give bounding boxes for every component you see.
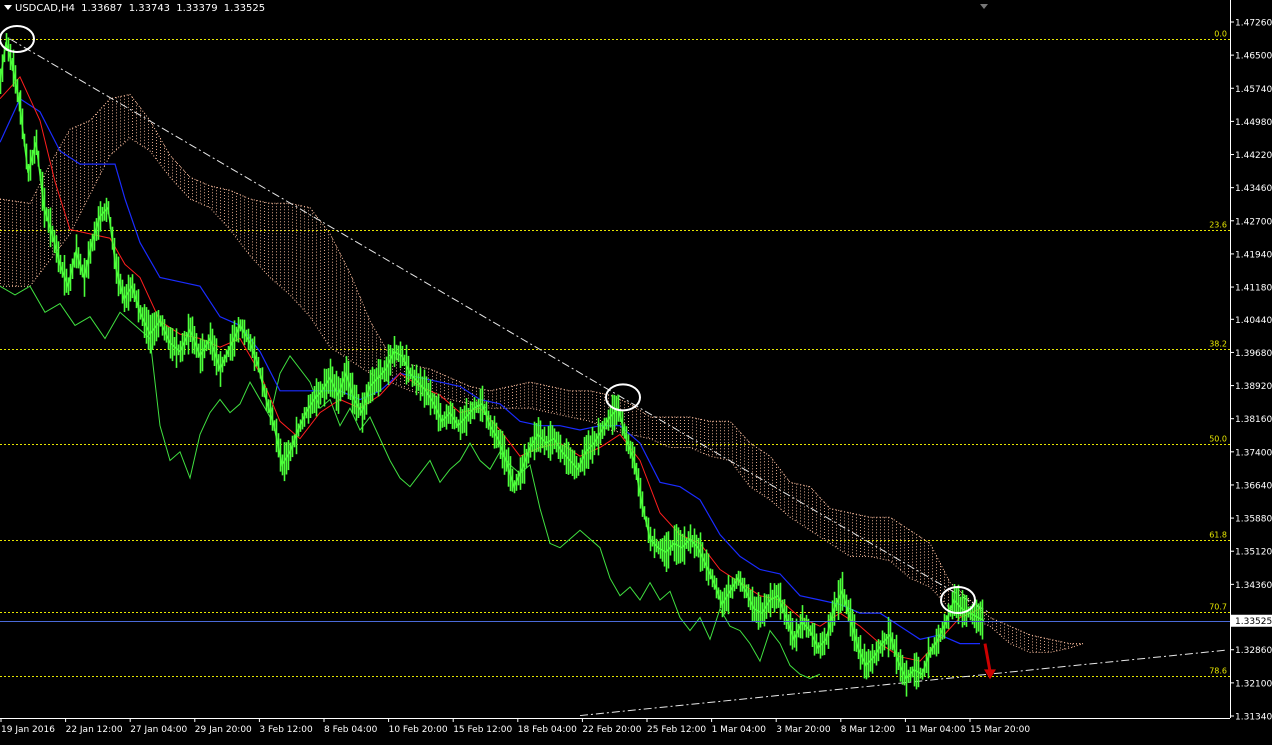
high-value: 1.33743 [128, 3, 171, 14]
price-tick-label: 1.35880 [1235, 515, 1272, 525]
cloud-hatch [0, 94, 1081, 653]
price-tick-label: 1.34360 [1235, 581, 1272, 591]
time-tick-label: 11 Mar 04:00 [905, 725, 965, 735]
fib-level-label: 0.0 [1214, 30, 1227, 39]
time-tick-label: 8 Feb 04:00 [324, 725, 378, 735]
price-candles [0, 33, 984, 697]
time-tick-label: 15 Mar 20:00 [970, 725, 1030, 735]
highlight-circle [605, 383, 641, 412]
price-tick-label: 1.44220 [1235, 151, 1272, 161]
chart-header: USDCAD,H4 1.33687 1.33743 1.33379 1.3352… [4, 3, 268, 14]
kijun-sen-line [0, 97, 980, 645]
time-tick-label: 3 Feb 12:00 [259, 725, 313, 735]
time-tick-label: 15 Feb 12:00 [453, 725, 512, 735]
time-tick-label: 19 Jan 2016 [1, 725, 55, 735]
close-value: 1.33525 [223, 3, 266, 14]
time-tick-label: 1 Mar 04:00 [712, 725, 767, 735]
price-tick-label: 1.41180 [1235, 284, 1272, 294]
chevron-down-icon[interactable] [4, 5, 12, 10]
price-tick-label: 1.38920 [1235, 382, 1272, 392]
chart-shift-marker [980, 4, 988, 9]
fib-level-label: 23.6 [1209, 221, 1227, 230]
open-value: 1.33687 [81, 3, 123, 14]
ichimoku-cloud [0, 93, 1084, 653]
price-tick-label: 1.45740 [1235, 85, 1272, 95]
time-tick-label: 27 Jan 04:00 [130, 725, 187, 735]
fib-level-label: 38.2 [1209, 340, 1227, 349]
price-tick-label: 1.47260 [1235, 19, 1272, 29]
time-tick-label: 22 Feb 20:00 [582, 725, 641, 735]
fib-level-label: 78.6 [1209, 667, 1227, 676]
price-tick-label: 1.38160 [1235, 415, 1272, 425]
time-tick-label: 25 Feb 12:00 [647, 725, 706, 735]
fib-level-label: 70.7 [1209, 603, 1227, 612]
time-tick-label: 3 Mar 20:00 [776, 725, 831, 735]
chart-window[interactable]: 0.0 23.6 38.2 50.0 61.8 70.7 78.6 1.47260 1.4650… [0, 0, 1272, 741]
time-tick-label: 18 Feb 04:00 [518, 725, 577, 735]
price-tick-label: 1.35120 [1235, 548, 1272, 558]
price-tick-label: 1.31340 [1235, 713, 1272, 723]
time-tick-label: 22 Jan 12:00 [66, 725, 123, 735]
fib-level-label: 50.0 [1209, 435, 1227, 444]
price-chart[interactable]: 0.0 23.6 38.2 50.0 61.8 70.7 78.6 1.47260 1.4650… [0, 0, 1272, 741]
tenkan-sen-line [0, 76, 981, 662]
kumo-lower-line [0, 137, 1084, 653]
price-tick-label: 1.42700 [1235, 217, 1272, 227]
price-tick-label: 1.41940 [1235, 250, 1272, 260]
price-tick-label: 1.32100 [1235, 679, 1272, 689]
price-tick-label: 1.43460 [1235, 184, 1272, 194]
price-tick-label: 1.36640 [1235, 481, 1272, 491]
price-tick-label: 1.39680 [1235, 349, 1272, 359]
fib-level-label: 61.8 [1209, 531, 1227, 540]
price-tick-label: 1.40440 [1235, 316, 1272, 326]
chikou-span-line [0, 285, 821, 680]
current-price-label: 1.33525 [1235, 617, 1272, 627]
down-arrow-shaft [983, 643, 992, 672]
time-tick-label: 8 Mar 12:00 [841, 725, 896, 735]
price-line [0, 41, 985, 680]
price-tick-label: 1.46500 [1235, 52, 1272, 62]
low-value: 1.33379 [176, 3, 218, 14]
symbol-label: USDCAD,H4 [15, 3, 75, 14]
price-tick-label: 1.32860 [1235, 646, 1272, 656]
time-tick-label: 29 Jan 20:00 [195, 725, 252, 735]
time-tick-label: 10 Feb 20:00 [389, 725, 448, 735]
price-tick-label: 1.44980 [1235, 118, 1272, 128]
price-tick-label: 1.37400 [1235, 448, 1272, 458]
